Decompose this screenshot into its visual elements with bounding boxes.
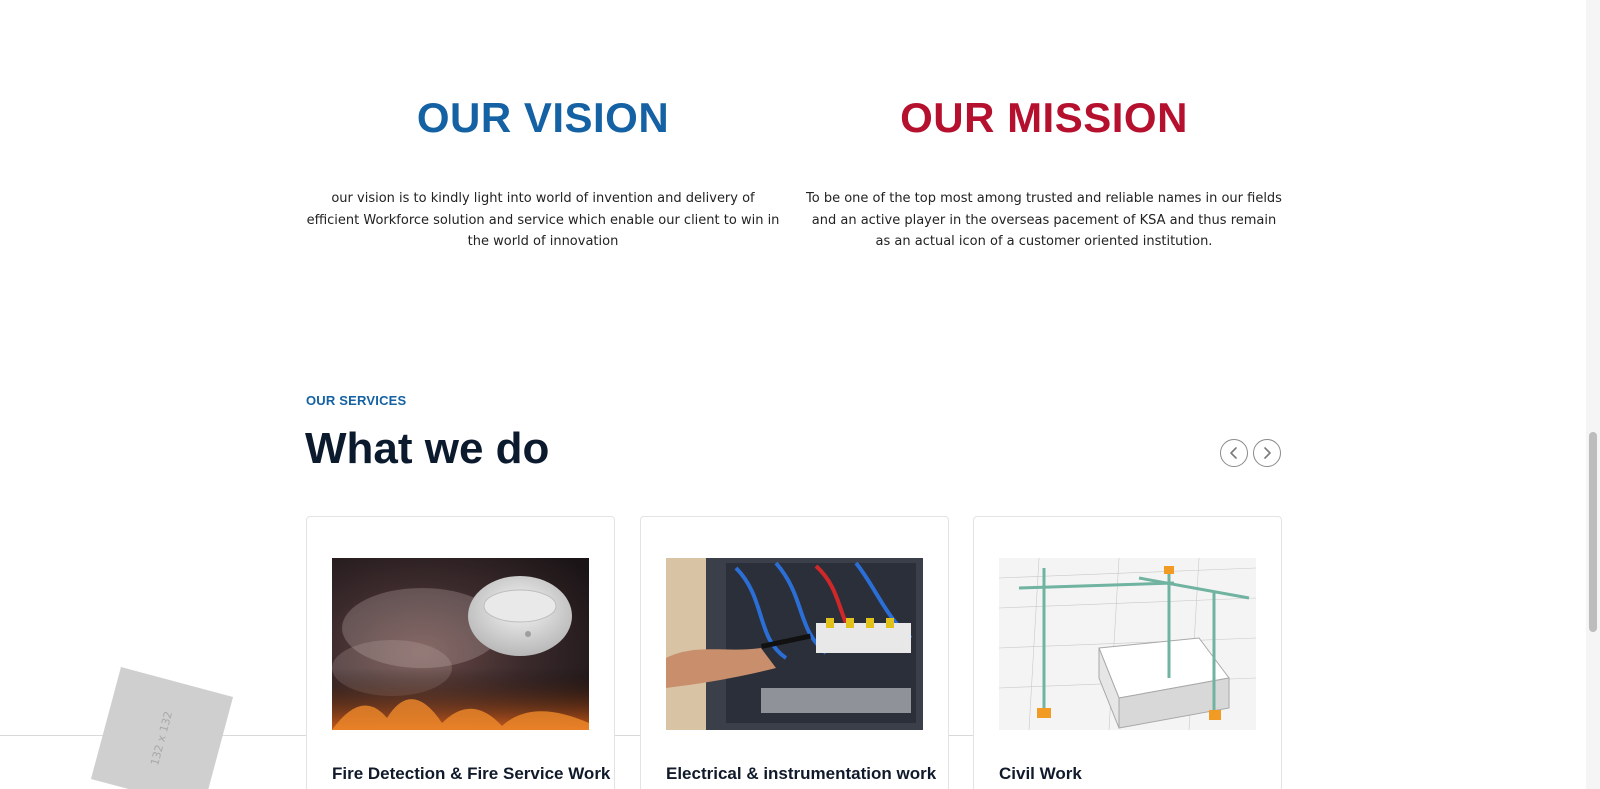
vision-text: our vision is to kindly light into world… (306, 191, 780, 249)
vision-title: OUR VISION (416, 94, 670, 141)
page-scrollbar[interactable] (1586, 0, 1600, 789)
vision-section: OUR VISION our vision is to kindly light… (305, 90, 781, 253)
divider-line (614, 735, 640, 736)
carousel-next-button[interactable] (1253, 439, 1281, 467)
scrollbar-thumb[interactable] (1589, 432, 1597, 632)
service-card-title[interactable]: Electrical & instrumentation work (666, 764, 936, 784)
mission-title: OUR MISSION (900, 94, 1188, 141)
electrical-panel-image (666, 558, 923, 730)
placeholder-image: 132 x 132 (90, 666, 234, 789)
divider-line (947, 735, 973, 736)
services-eyebrow: OUR SERVICES (306, 393, 407, 408)
mission-section: OUR MISSION To be one of the top most am… (804, 90, 1284, 253)
service-card-title[interactable]: Civil Work (999, 764, 1082, 784)
mission-text: To be one of the top most among trusted … (806, 191, 1282, 249)
service-card[interactable]: Civil Work (973, 516, 1282, 789)
construction-blueprint-image (999, 558, 1256, 730)
carousel-prev-button[interactable] (1220, 439, 1248, 467)
smoke-detector-image (332, 558, 589, 730)
service-card[interactable]: Fire Detection & Fire Service Work (306, 516, 615, 789)
placeholder-label: 132 x 132 (148, 709, 176, 767)
service-card-title[interactable]: Fire Detection & Fire Service Work (332, 764, 610, 784)
chevron-left-icon (1230, 447, 1237, 459)
services-title: What we do (305, 424, 550, 473)
chevron-right-icon (1264, 447, 1271, 459)
service-card[interactable]: Electrical & instrumentation work (640, 516, 949, 789)
